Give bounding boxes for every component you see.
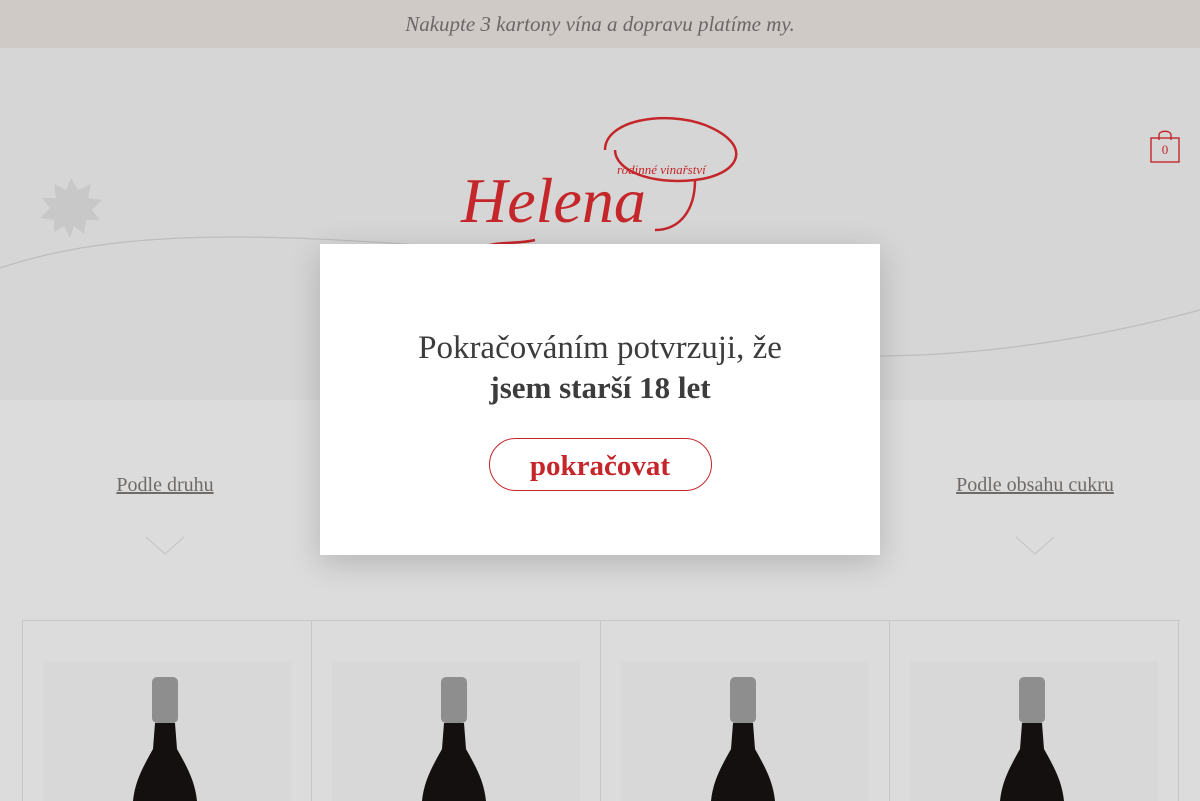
modal-text-line2: jsem starší 18 let [489, 370, 711, 405]
continue-button[interactable]: pokračovat [488, 438, 712, 491]
age-verification-modal: Pokračováním potvrzuji, že jsem starší 1… [320, 244, 880, 555]
modal-text-line1: Pokračováním potvrzuji, že [418, 330, 782, 366]
